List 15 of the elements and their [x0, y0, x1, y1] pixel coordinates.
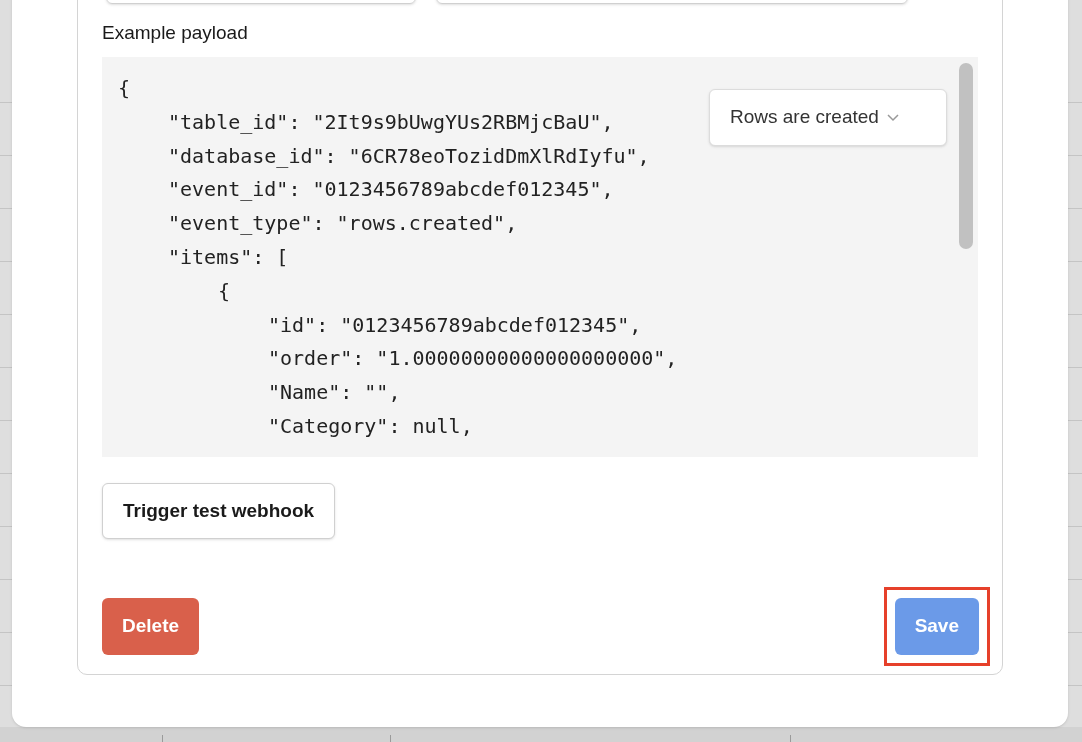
code-line: "database_id": "6CR78eoTozidDmXlRdIyfu", — [168, 142, 650, 170]
trigger-test-webhook-button[interactable]: Trigger test webhook — [102, 483, 336, 539]
code-line: "items": [ — [168, 244, 289, 271]
code-line: { — [218, 277, 231, 305]
code-line: "event_id": "0123456789abcdef012345", — [168, 176, 614, 204]
code-line: "id": "0123456789abcdef012345", — [268, 311, 642, 339]
section-title: Example payload — [102, 21, 248, 45]
code-line: "order": "1.00000000000000000000", — [268, 345, 678, 373]
code-line: "event_type": "rows.created", — [168, 210, 518, 238]
event-select[interactable]: Rows are created — [709, 89, 947, 146]
code-line: "Name": "", — [268, 379, 401, 407]
code-line: "Category": null, — [268, 412, 473, 440]
code-line: "table_id": "2It9s9bUwgYUs2RBMjcBaU", — [168, 108, 614, 136]
code-line: { — [118, 75, 131, 102]
delete-button[interactable]: Delete — [102, 598, 200, 655]
